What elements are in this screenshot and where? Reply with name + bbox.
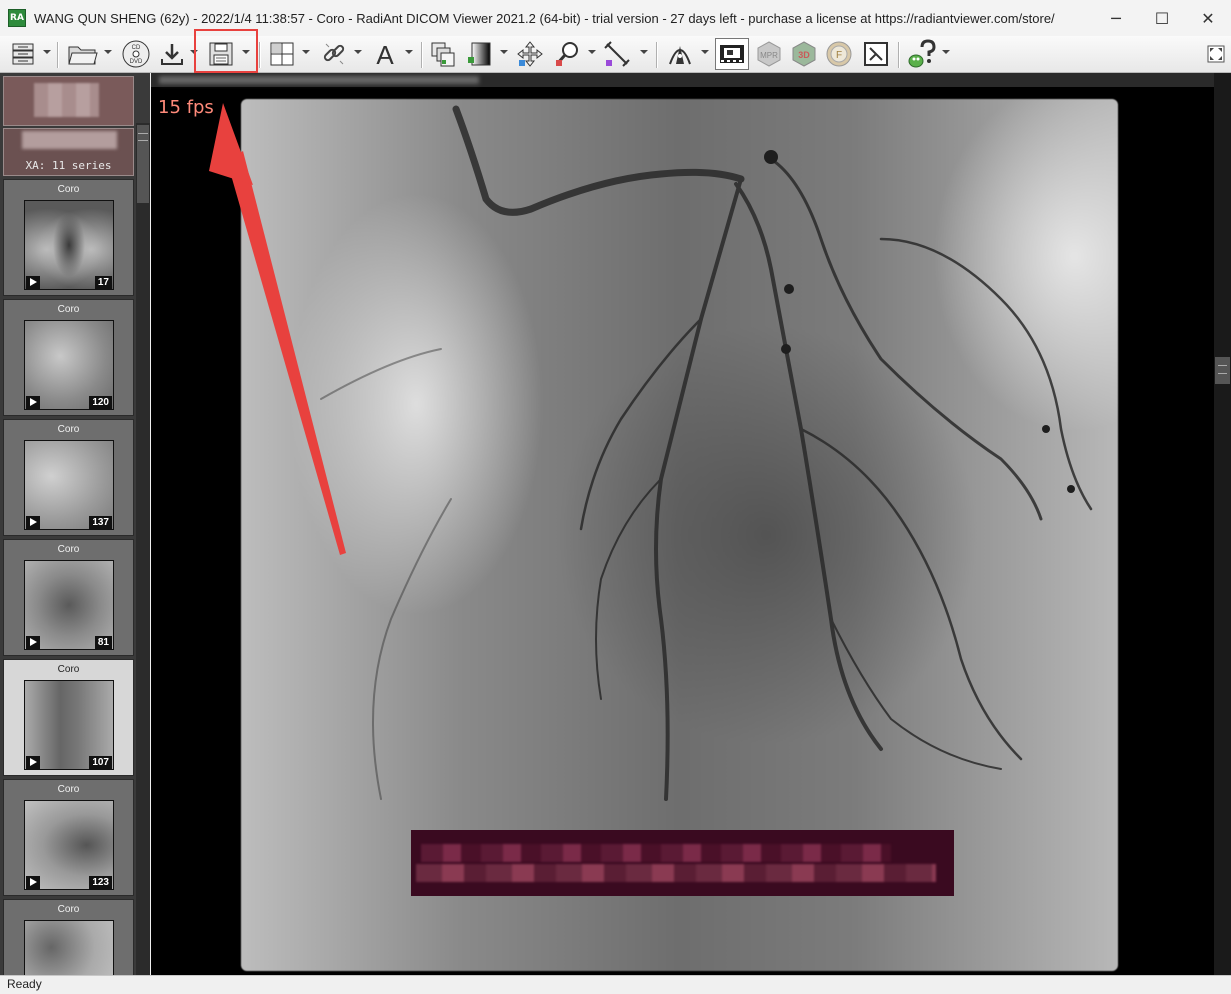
- open-folder-icon[interactable]: [66, 38, 100, 70]
- image-viewport[interactable]: ✕ 15 fps: [151, 73, 1231, 975]
- series-thumbnail[interactable]: Coro: [3, 899, 134, 975]
- toolbar-separator: [259, 42, 261, 68]
- fullscreen-icon[interactable]: [1205, 38, 1227, 70]
- layout-dropdown-icon[interactable]: [302, 50, 310, 54]
- measure-dropdown-icon[interactable]: [640, 50, 648, 54]
- cd-dvd-icon[interactable]: CD DVD: [119, 38, 153, 70]
- redacted-study-info: [22, 131, 117, 149]
- help-dropdown-icon[interactable]: [942, 50, 950, 54]
- redacted-text-row: [421, 844, 891, 862]
- patient-info-box[interactable]: [3, 76, 134, 126]
- series-label: Coro: [57, 664, 80, 675]
- pan-icon[interactable]: [514, 38, 546, 70]
- toolbar-separator: [656, 42, 658, 68]
- link-icon[interactable]: [318, 38, 350, 70]
- maximize-button[interactable]: ☐: [1139, 0, 1185, 36]
- frame-count: 81: [94, 636, 112, 649]
- series-thumbnail[interactable]: Coro 137: [3, 419, 134, 536]
- frame-count: 137: [89, 516, 112, 529]
- series-thumbnail-selected[interactable]: Coro 107: [3, 659, 134, 776]
- mpr-icon[interactable]: MPR: [754, 38, 784, 70]
- window-level-icon[interactable]: [464, 38, 496, 70]
- mpr-label: MPR: [760, 51, 778, 60]
- fps-overlay: 15 fps: [158, 97, 214, 118]
- study-info-box[interactable]: XA: 11 series: [3, 128, 134, 176]
- window-title: WANG QUN SHENG (62y) - 2022/1/4 11:38:57…: [34, 10, 1055, 26]
- toolbar: CD DVD A MPR 3D F: [0, 36, 1231, 73]
- annotation-arrow: [209, 103, 346, 555]
- status-bar: Ready: [0, 975, 1231, 994]
- 3d-label: 3D: [798, 50, 810, 60]
- close-button[interactable]: ✕: [1185, 0, 1231, 36]
- save-button-highlight: [194, 29, 258, 73]
- series-thumbnail[interactable]: Coro 81: [3, 539, 134, 656]
- series-thumbnail[interactable]: Coro 120: [3, 299, 134, 416]
- help-icon[interactable]: [905, 38, 937, 70]
- play-icon[interactable]: [26, 396, 40, 409]
- frame-count: 120: [89, 396, 112, 409]
- series-thumbnail[interactable]: Coro 17: [3, 179, 134, 296]
- grip-icon: [138, 133, 148, 141]
- series-label: Coro: [57, 784, 80, 795]
- annotation-text-icon[interactable]: A: [369, 38, 401, 70]
- series-thumbnail[interactable]: Coro 123: [3, 779, 134, 896]
- play-icon[interactable]: [26, 516, 40, 529]
- series-label: Coro: [57, 304, 80, 315]
- series-panel-scrollbar[interactable]: [136, 123, 150, 975]
- zoom-icon[interactable]: [552, 38, 584, 70]
- toolbar-separator: [57, 42, 59, 68]
- series-stack-icon[interactable]: [427, 38, 459, 70]
- layout-grid-icon[interactable]: [267, 38, 297, 70]
- text-label: A: [376, 40, 394, 68]
- frame-count: 107: [89, 756, 112, 769]
- open-dropdown-icon[interactable]: [104, 50, 112, 54]
- title-bar: RA WANG QUN SHENG (62y) - 2022/1/4 11:38…: [0, 0, 1231, 36]
- study-series-count: XA: 11 series: [25, 159, 112, 172]
- toolbar-separator: [421, 42, 423, 68]
- series-label: Coro: [57, 544, 80, 555]
- app-icon: RA: [8, 9, 26, 27]
- series-panel: XA: 11 series Coro 17 Coro 120 Coro 137 …: [0, 73, 150, 975]
- cine-icon[interactable]: [715, 38, 749, 70]
- cd-label: CD: [132, 45, 141, 51]
- series-label: Coro: [57, 184, 80, 195]
- frame-count: 123: [89, 876, 112, 889]
- fusion-icon[interactable]: [664, 38, 696, 70]
- flip-label: F: [836, 50, 842, 61]
- toolbar-separator: [898, 42, 900, 68]
- fusion-dropdown-icon[interactable]: [701, 50, 709, 54]
- measure-icon[interactable]: [601, 38, 633, 70]
- grip-icon: [1218, 365, 1227, 374]
- play-icon[interactable]: [26, 876, 40, 889]
- series-label: Coro: [57, 904, 80, 915]
- database-dropdown-icon[interactable]: [43, 50, 51, 54]
- link-dropdown-icon[interactable]: [354, 50, 362, 54]
- window-level-dropdown-icon[interactable]: [500, 50, 508, 54]
- annotation-dropdown-icon[interactable]: [405, 50, 413, 54]
- redacted-label-box: [411, 830, 954, 896]
- play-icon[interactable]: [26, 756, 40, 769]
- status-text: Ready: [7, 977, 42, 991]
- redacted-patient-name: [34, 83, 99, 117]
- play-icon[interactable]: [26, 276, 40, 289]
- series-label: Coro: [57, 424, 80, 435]
- database-icon[interactable]: [8, 38, 38, 70]
- download-icon[interactable]: [157, 38, 187, 70]
- play-icon[interactable]: [26, 636, 40, 649]
- redacted-text-row: [416, 864, 936, 882]
- viewport-scrollbar[interactable]: [1214, 73, 1231, 975]
- frame-count: 17: [94, 276, 112, 289]
- 3d-icon[interactable]: 3D: [789, 38, 819, 70]
- series-preview-image: [24, 920, 114, 975]
- xray-icon[interactable]: [860, 38, 892, 70]
- minimize-button[interactable]: ─: [1093, 0, 1139, 36]
- dvd-label: DVD: [130, 59, 143, 65]
- flip-icon[interactable]: F: [824, 38, 854, 70]
- zoom-dropdown-icon[interactable]: [588, 50, 596, 54]
